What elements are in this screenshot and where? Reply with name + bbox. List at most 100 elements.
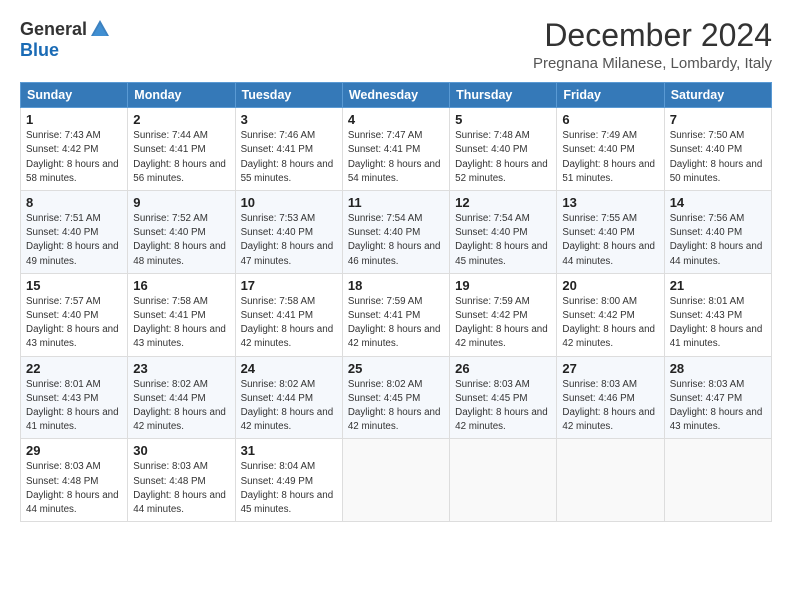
- table-row: 6 Sunrise: 7:49 AMSunset: 4:40 PMDayligh…: [557, 108, 664, 191]
- title-block: December 2024 Pregnana Milanese, Lombard…: [533, 18, 772, 72]
- day-info: Sunrise: 7:51 AMSunset: 4:40 PMDaylight:…: [26, 213, 119, 267]
- location: Pregnana Milanese, Lombardy, Italy: [533, 55, 772, 72]
- logo: General Blue: [20, 18, 111, 61]
- day-info: Sunrise: 7:50 AMSunset: 4:40 PMDaylight:…: [670, 130, 763, 184]
- day-info: Sunrise: 8:04 AMSunset: 4:49 PMDaylight:…: [241, 461, 334, 515]
- table-row: 20 Sunrise: 8:00 AMSunset: 4:42 PMDaylig…: [557, 273, 664, 356]
- table-row: [450, 439, 557, 522]
- day-number: 10: [241, 195, 337, 210]
- col-monday: Monday: [128, 83, 235, 108]
- table-row: 29 Sunrise: 8:03 AMSunset: 4:48 PMDaylig…: [21, 439, 128, 522]
- day-number: 6: [562, 112, 658, 127]
- table-row: [664, 439, 771, 522]
- table-row: 25 Sunrise: 8:02 AMSunset: 4:45 PMDaylig…: [342, 356, 449, 439]
- day-info: Sunrise: 7:49 AMSunset: 4:40 PMDaylight:…: [562, 130, 655, 184]
- day-info: Sunrise: 7:55 AMSunset: 4:40 PMDaylight:…: [562, 213, 655, 267]
- day-info: Sunrise: 7:48 AMSunset: 4:40 PMDaylight:…: [455, 130, 548, 184]
- table-row: 5 Sunrise: 7:48 AMSunset: 4:40 PMDayligh…: [450, 108, 557, 191]
- table-row: 7 Sunrise: 7:50 AMSunset: 4:40 PMDayligh…: [664, 108, 771, 191]
- logo-blue: Blue: [20, 40, 59, 61]
- col-thursday: Thursday: [450, 83, 557, 108]
- day-info: Sunrise: 7:46 AMSunset: 4:41 PMDaylight:…: [241, 130, 334, 184]
- day-number: 7: [670, 112, 766, 127]
- day-info: Sunrise: 7:56 AMSunset: 4:40 PMDaylight:…: [670, 213, 763, 267]
- day-number: 13: [562, 195, 658, 210]
- day-info: Sunrise: 8:01 AMSunset: 4:43 PMDaylight:…: [26, 379, 119, 433]
- day-info: Sunrise: 8:03 AMSunset: 4:46 PMDaylight:…: [562, 379, 655, 433]
- day-number: 14: [670, 195, 766, 210]
- col-tuesday: Tuesday: [235, 83, 342, 108]
- day-number: 18: [348, 278, 444, 293]
- day-info: Sunrise: 8:01 AMSunset: 4:43 PMDaylight:…: [670, 296, 763, 350]
- day-info: Sunrise: 8:03 AMSunset: 4:48 PMDaylight:…: [26, 461, 119, 515]
- col-sunday: Sunday: [21, 83, 128, 108]
- day-info: Sunrise: 8:02 AMSunset: 4:45 PMDaylight:…: [348, 379, 441, 433]
- day-number: 28: [670, 361, 766, 376]
- day-info: Sunrise: 8:02 AMSunset: 4:44 PMDaylight:…: [241, 379, 334, 433]
- day-number: 16: [133, 278, 229, 293]
- day-info: Sunrise: 7:44 AMSunset: 4:41 PMDaylight:…: [133, 130, 226, 184]
- day-number: 5: [455, 112, 551, 127]
- day-number: 2: [133, 112, 229, 127]
- table-row: 4 Sunrise: 7:47 AMSunset: 4:41 PMDayligh…: [342, 108, 449, 191]
- table-row: 8 Sunrise: 7:51 AMSunset: 4:40 PMDayligh…: [21, 191, 128, 274]
- day-number: 11: [348, 195, 444, 210]
- day-number: 15: [26, 278, 122, 293]
- table-row: 27 Sunrise: 8:03 AMSunset: 4:46 PMDaylig…: [557, 356, 664, 439]
- table-row: 22 Sunrise: 8:01 AMSunset: 4:43 PMDaylig…: [21, 356, 128, 439]
- day-number: 22: [26, 361, 122, 376]
- day-number: 4: [348, 112, 444, 127]
- table-row: 9 Sunrise: 7:52 AMSunset: 4:40 PMDayligh…: [128, 191, 235, 274]
- table-row: 12 Sunrise: 7:54 AMSunset: 4:40 PMDaylig…: [450, 191, 557, 274]
- day-info: Sunrise: 7:53 AMSunset: 4:40 PMDaylight:…: [241, 213, 334, 267]
- col-saturday: Saturday: [664, 83, 771, 108]
- table-row: 10 Sunrise: 7:53 AMSunset: 4:40 PMDaylig…: [235, 191, 342, 274]
- day-info: Sunrise: 7:57 AMSunset: 4:40 PMDaylight:…: [26, 296, 119, 350]
- table-row: 19 Sunrise: 7:59 AMSunset: 4:42 PMDaylig…: [450, 273, 557, 356]
- table-row: 11 Sunrise: 7:54 AMSunset: 4:40 PMDaylig…: [342, 191, 449, 274]
- table-row: 30 Sunrise: 8:03 AMSunset: 4:48 PMDaylig…: [128, 439, 235, 522]
- day-number: 1: [26, 112, 122, 127]
- table-row: 3 Sunrise: 7:46 AMSunset: 4:41 PMDayligh…: [235, 108, 342, 191]
- logo-icon: [89, 18, 111, 40]
- table-row: 28 Sunrise: 8:03 AMSunset: 4:47 PMDaylig…: [664, 356, 771, 439]
- day-number: 29: [26, 443, 122, 458]
- month-title: December 2024: [533, 18, 772, 53]
- table-row: 31 Sunrise: 8:04 AMSunset: 4:49 PMDaylig…: [235, 439, 342, 522]
- col-wednesday: Wednesday: [342, 83, 449, 108]
- table-row: 2 Sunrise: 7:44 AMSunset: 4:41 PMDayligh…: [128, 108, 235, 191]
- day-info: Sunrise: 8:00 AMSunset: 4:42 PMDaylight:…: [562, 296, 655, 350]
- day-info: Sunrise: 7:59 AMSunset: 4:41 PMDaylight:…: [348, 296, 441, 350]
- table-row: 13 Sunrise: 7:55 AMSunset: 4:40 PMDaylig…: [557, 191, 664, 274]
- calendar-table: Sunday Monday Tuesday Wednesday Thursday…: [20, 82, 772, 522]
- logo-general: General: [20, 19, 87, 40]
- day-info: Sunrise: 8:03 AMSunset: 4:47 PMDaylight:…: [670, 379, 763, 433]
- table-row: 26 Sunrise: 8:03 AMSunset: 4:45 PMDaylig…: [450, 356, 557, 439]
- day-info: Sunrise: 7:43 AMSunset: 4:42 PMDaylight:…: [26, 130, 119, 184]
- table-row: 1 Sunrise: 7:43 AMSunset: 4:42 PMDayligh…: [21, 108, 128, 191]
- day-number: 19: [455, 278, 551, 293]
- day-info: Sunrise: 8:03 AMSunset: 4:48 PMDaylight:…: [133, 461, 226, 515]
- day-number: 3: [241, 112, 337, 127]
- day-info: Sunrise: 8:03 AMSunset: 4:45 PMDaylight:…: [455, 379, 548, 433]
- day-info: Sunrise: 7:58 AMSunset: 4:41 PMDaylight:…: [133, 296, 226, 350]
- day-number: 30: [133, 443, 229, 458]
- day-number: 25: [348, 361, 444, 376]
- day-info: Sunrise: 8:02 AMSunset: 4:44 PMDaylight:…: [133, 379, 226, 433]
- day-number: 17: [241, 278, 337, 293]
- day-number: 27: [562, 361, 658, 376]
- day-number: 21: [670, 278, 766, 293]
- table-row: 17 Sunrise: 7:58 AMSunset: 4:41 PMDaylig…: [235, 273, 342, 356]
- table-row: 14 Sunrise: 7:56 AMSunset: 4:40 PMDaylig…: [664, 191, 771, 274]
- table-row: 16 Sunrise: 7:58 AMSunset: 4:41 PMDaylig…: [128, 273, 235, 356]
- header: General Blue December 2024 Pregnana Mila…: [20, 18, 772, 72]
- table-row: 23 Sunrise: 8:02 AMSunset: 4:44 PMDaylig…: [128, 356, 235, 439]
- day-info: Sunrise: 7:52 AMSunset: 4:40 PMDaylight:…: [133, 213, 226, 267]
- day-number: 12: [455, 195, 551, 210]
- day-number: 31: [241, 443, 337, 458]
- day-number: 9: [133, 195, 229, 210]
- day-info: Sunrise: 7:47 AMSunset: 4:41 PMDaylight:…: [348, 130, 441, 184]
- table-row: [557, 439, 664, 522]
- table-row: 18 Sunrise: 7:59 AMSunset: 4:41 PMDaylig…: [342, 273, 449, 356]
- table-row: 21 Sunrise: 8:01 AMSunset: 4:43 PMDaylig…: [664, 273, 771, 356]
